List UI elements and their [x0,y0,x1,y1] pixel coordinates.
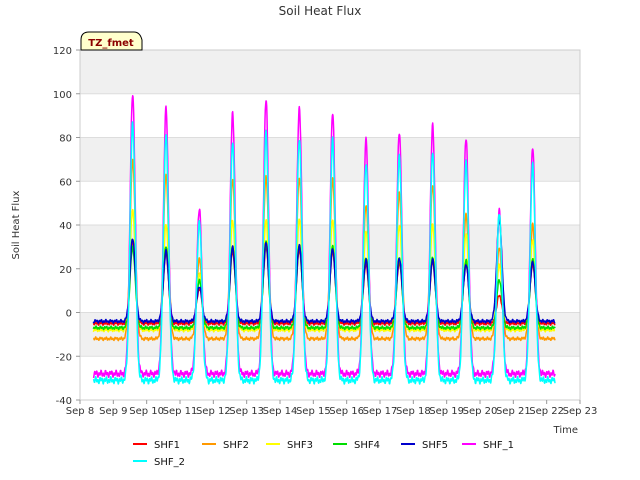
x-tick-label: Sep 21 [496,406,531,417]
y-tick-label: 100 [53,90,72,101]
x-tick-label: Sep 22 [529,406,564,417]
grid-band [80,50,580,94]
grid-band [80,137,580,182]
x-tick-labels: Sep 8 Sep 9 Sep 10Sep 11Sep 12Sep 13Sep 14… [66,400,598,417]
tz-fmet-tag: TZ_fmet [80,31,143,51]
x-tick-label: Sep 16 [329,406,364,417]
x-tick-label: Sep 18 [396,406,431,417]
legend-item-shf-1: SHF_1 [462,440,514,451]
x-tick-label: Sep 15 [296,406,331,417]
legend-label: SHF_2 [154,457,185,468]
y-tick-label: 120 [53,46,72,57]
legend: SHF1 SHF2 SHF3 SHF4 SHF5 SHF_1 SHF_2 [133,440,514,468]
x-tick-label: Sep 12 [196,406,231,417]
legend-label: SHF2 [223,440,249,451]
x-tick-label: Sep 11 [163,406,198,417]
y-tick-label: 20 [59,265,72,276]
soil-heat-flux-chart: -40-20020406080100120 Sep 8 Sep 9 Sep 10Se… [11,4,598,468]
legend-item-shf-2: SHF_2 [133,457,185,468]
y-tick-labels: -40-20020406080100120 [53,46,80,407]
legend-item-shf5: SHF5 [401,440,448,451]
legend-item-shf2: SHF2 [202,440,249,451]
x-tick-label: Sep 17 [363,406,398,417]
y-axis-label: Soil Heat Flux [11,190,22,259]
x-tick-label: Sep 23 [563,406,598,417]
x-axis-label: Time [553,425,578,436]
legend-label: SHF1 [154,440,180,451]
y-tick-label: -20 [56,352,72,363]
y-tick-label: 40 [59,221,72,232]
legend-label: SHF_1 [483,440,514,451]
x-tick-label: Sep 10 [129,406,164,417]
x-tick-label: Sep 14 [263,406,298,417]
chart-title: Soil Heat Flux [279,4,362,18]
y-tick-label: 80 [59,134,72,145]
y-tick-label: 0 [66,309,72,320]
x-tick-label: Sep 9 [99,406,127,417]
legend-label: SHF5 [422,440,448,451]
legend-label: SHF3 [287,440,313,451]
x-tick-label: Sep 8 [66,406,94,417]
legend-label: SHF4 [354,440,380,451]
legend-item-shf1: SHF1 [133,440,180,451]
x-tick-label: Sep 20 [463,406,498,417]
x-tick-label: Sep 13 [229,406,264,417]
x-tick-label: Sep 19 [429,406,464,417]
legend-item-shf4: SHF4 [333,440,380,451]
y-tick-label: 60 [59,177,72,188]
tag-label: TZ_fmet [88,38,134,49]
legend-item-shf3: SHF3 [266,440,313,451]
